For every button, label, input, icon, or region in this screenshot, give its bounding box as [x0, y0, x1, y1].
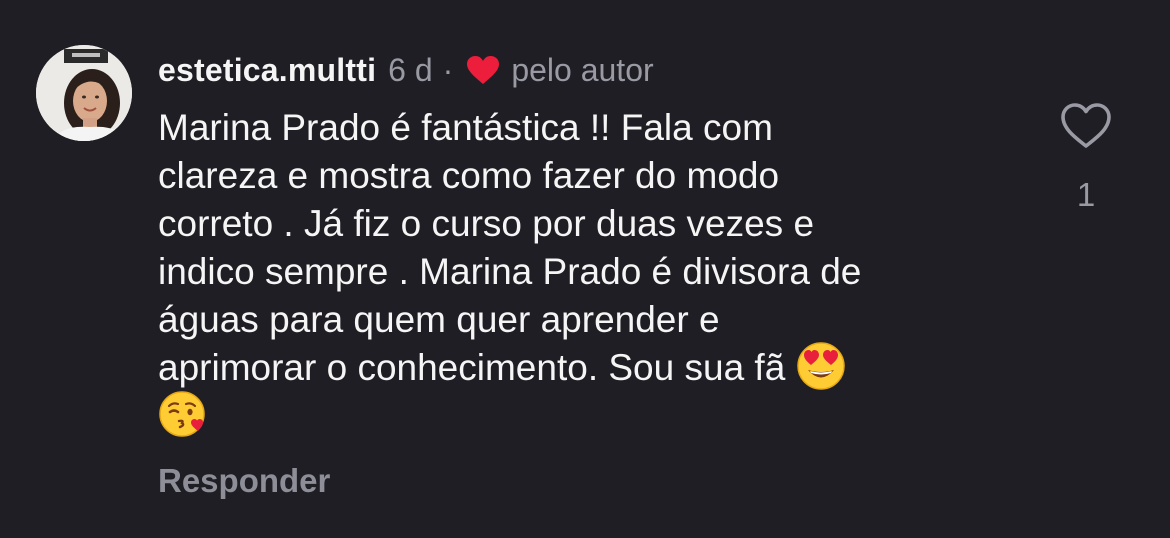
kissing-face-emoji — [158, 389, 208, 439]
timestamp: 6 d — [388, 51, 433, 88]
comment-line: clareza e mostra como fazer do modo — [158, 155, 780, 196]
comment-line-with-emoji: aprimorar o conhecimento. Sou sua fã — [158, 341, 1018, 392]
like-count: 1 — [1076, 176, 1096, 213]
avatar[interactable] — [36, 45, 132, 141]
username-link[interactable]: estetica.multti — [158, 52, 376, 89]
comment-text: Marina Prado é fantástica !! Fala com cl… — [158, 104, 1018, 440]
comment-line: indico sempre . Marina Prado é divisora … — [158, 251, 862, 292]
liked-by-author-label: pelo autor — [511, 51, 654, 88]
comment-line: Marina Prado é fantástica !! Fala com — [158, 107, 773, 148]
comment-line: aprimorar o conhecimento. Sou sua fã — [158, 347, 786, 388]
heart-outline-icon — [1061, 103, 1111, 148]
red-heart-icon — [465, 54, 501, 86]
heart-eyes-emoji — [796, 341, 846, 391]
comment-line-emoji — [158, 389, 1018, 440]
comment-line: águas para quem quer aprender e — [158, 299, 720, 340]
like-button[interactable] — [1058, 100, 1114, 152]
comment-header: estetica.multti 6 d · pelo autor — [158, 48, 654, 92]
avatar-image — [36, 45, 132, 141]
separator-dot: · — [442, 51, 454, 88]
comment-line: correto . Já fiz o curso por duas vezes … — [158, 203, 815, 244]
reply-button[interactable]: Responder — [158, 462, 330, 500]
